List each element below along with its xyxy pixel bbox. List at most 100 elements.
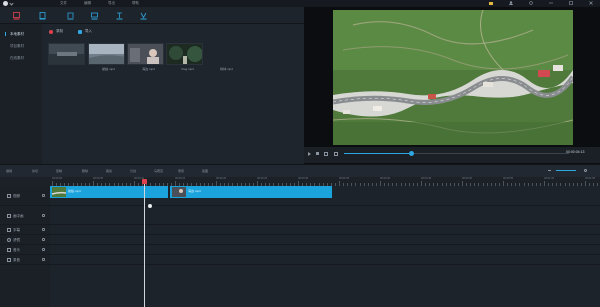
ruler-tick-label: 00:00:50: [462, 177, 473, 180]
filter-track-icon: [7, 238, 11, 242]
video-frame: [333, 10, 573, 145]
pip-track-icon: [7, 213, 11, 218]
record-icon: [49, 29, 53, 34]
media-label-2: 海边.mp4: [142, 67, 155, 71]
preview-progress-knob[interactable]: [409, 151, 414, 156]
fullscreen-icon[interactable]: [334, 152, 338, 156]
record-button[interactable]: 录制: [49, 28, 63, 35]
lock-icon[interactable]: [42, 213, 45, 217]
media-icon[interactable]: [10, 10, 22, 22]
timeline-clip-2[interactable]: 海边.mp4: [170, 186, 332, 198]
user-icon[interactable]: [508, 1, 514, 5]
ruler-tick-label: 00:00:40: [380, 177, 391, 180]
lock-icon[interactable]: [42, 248, 45, 251]
lock-icon[interactable]: [42, 194, 45, 197]
import-button[interactable]: 导入: [78, 28, 92, 35]
ruler-tick-label: 00:00:15: [175, 177, 186, 180]
split-button[interactable]: 分割: [130, 169, 136, 173]
close-icon[interactable]: [588, 1, 594, 5]
filter-icon[interactable]: [113, 10, 125, 22]
track-row: 滤镜: [0, 235, 600, 245]
maximize-icon[interactable]: [568, 1, 574, 5]
menu-file[interactable]: 文件: [60, 1, 67, 6]
clip-label-1: 航拍.mp4: [68, 189, 81, 193]
ruler-tick-label: 00:00:25: [257, 177, 268, 180]
track-row: 录音: [0, 255, 600, 265]
crop-button[interactable]: 裁剪: [106, 169, 112, 173]
text-track-icon: [7, 228, 11, 232]
title-bar: 文件 编辑 导出 帮助: [0, 0, 600, 7]
minimize-icon[interactable]: [548, 1, 554, 5]
track-label: 视频: [13, 194, 20, 198]
zoom-in-icon[interactable]: [584, 169, 587, 172]
ruler-tick-label: 00:00:55: [503, 177, 514, 180]
ruler-tick-label: 00:01:05: [585, 177, 596, 180]
preview-controls: 00:00:04:13: [304, 147, 600, 163]
media-label-3: Vlog.mp4: [181, 67, 194, 71]
record-label: 录制: [56, 29, 63, 33]
copy-button[interactable]: 复制: [56, 169, 62, 173]
element-icon[interactable]: [137, 10, 149, 22]
sidebar-item-online[interactable]: 在线素材: [0, 53, 42, 63]
media-label-4: 树林.mp4: [220, 67, 233, 71]
media-thumb-1[interactable]: [48, 43, 85, 65]
delete-button[interactable]: 删除: [82, 169, 88, 173]
volume-icon[interactable]: [324, 152, 328, 156]
zoom-out-icon[interactable]: [548, 170, 551, 171]
transition-icon[interactable]: [88, 10, 100, 22]
clip-thumb-2: [172, 187, 186, 197]
ruler-tick-label: 00:00:05: [93, 177, 104, 180]
track-row: 字幕: [0, 225, 600, 235]
media-label-1: 航拍.mp4: [102, 67, 115, 71]
track-label: 录音: [13, 258, 20, 262]
edit-toolbar: 撤销 剪切 复制 删除 裁剪 分割 马赛克 录音 截图: [0, 164, 600, 177]
ruler-tick-label: 00:00:45: [421, 177, 432, 180]
menu-edit[interactable]: 编辑: [84, 1, 91, 6]
cut-button[interactable]: 剪切: [32, 169, 38, 173]
screenshot-button[interactable]: 截图: [202, 169, 208, 173]
preview-timecode: 00:00:04:13: [566, 150, 585, 154]
lock-icon[interactable]: [42, 258, 45, 261]
ruler-tick-label: 00:00:30: [298, 177, 309, 180]
cursor-dot: [148, 204, 152, 208]
music-icon[interactable]: [64, 10, 76, 22]
lock-icon[interactable]: [42, 238, 45, 241]
import-label: 导入: [85, 29, 92, 33]
media-thumb-3[interactable]: [127, 43, 164, 65]
sidebar-item-local[interactable]: 本地素材: [0, 29, 42, 39]
undo-button[interactable]: 撤销: [6, 169, 12, 173]
zoom-slider[interactable]: [556, 170, 576, 171]
settings-icon[interactable]: [528, 1, 534, 5]
track-row: 画中画: [0, 206, 600, 225]
media-thumb-4[interactable]: [166, 43, 203, 65]
ruler-tick-label: 00:01:00: [544, 177, 555, 180]
music-track-icon: [7, 248, 11, 252]
menu-export[interactable]: 导出: [108, 1, 115, 6]
chevron-down-icon[interactable]: [9, 1, 14, 6]
playhead-handle[interactable]: [142, 179, 147, 184]
clip-thumb-1: [52, 187, 66, 197]
mosaic-button[interactable]: 马赛克: [154, 169, 163, 173]
clip-label-2: 海边.mp4: [188, 189, 201, 193]
text-icon[interactable]: [36, 10, 48, 22]
resource-toolbar: [0, 7, 304, 24]
ruler-tick-label: 00:00:35: [339, 177, 350, 180]
track-label: 音乐: [13, 248, 20, 252]
timeline-ruler[interactable]: 00:00:00 00:00:05 00:00:10 00:00:15 00:00:20…: [0, 177, 600, 186]
timeline-clip-1[interactable]: 航拍.mp4: [50, 186, 168, 198]
media-thumb-2[interactable]: [88, 43, 125, 65]
ruler-tick-label: 00:00:20: [216, 177, 227, 180]
sidebar-item-project[interactable]: 项目素材: [0, 41, 42, 51]
voice-track-icon: [7, 258, 11, 262]
track-label: 滤镜: [13, 238, 20, 242]
media-library: 录制 导入 航拍.mp4 海边.mp4 Vlog.mp4 树林.mp4: [42, 24, 304, 164]
play-icon[interactable]: [308, 152, 311, 156]
record-voice-button[interactable]: 录音: [178, 169, 184, 173]
preview-progress-fill: [344, 153, 412, 154]
library-sidebar: 本地素材 项目素材 在线素材: [0, 24, 42, 164]
menu-help[interactable]: 帮助: [132, 1, 139, 6]
lock-icon[interactable]: [42, 228, 45, 231]
gift-icon[interactable]: [488, 1, 494, 5]
stop-icon[interactable]: [316, 152, 319, 155]
playhead-line: [144, 181, 145, 307]
